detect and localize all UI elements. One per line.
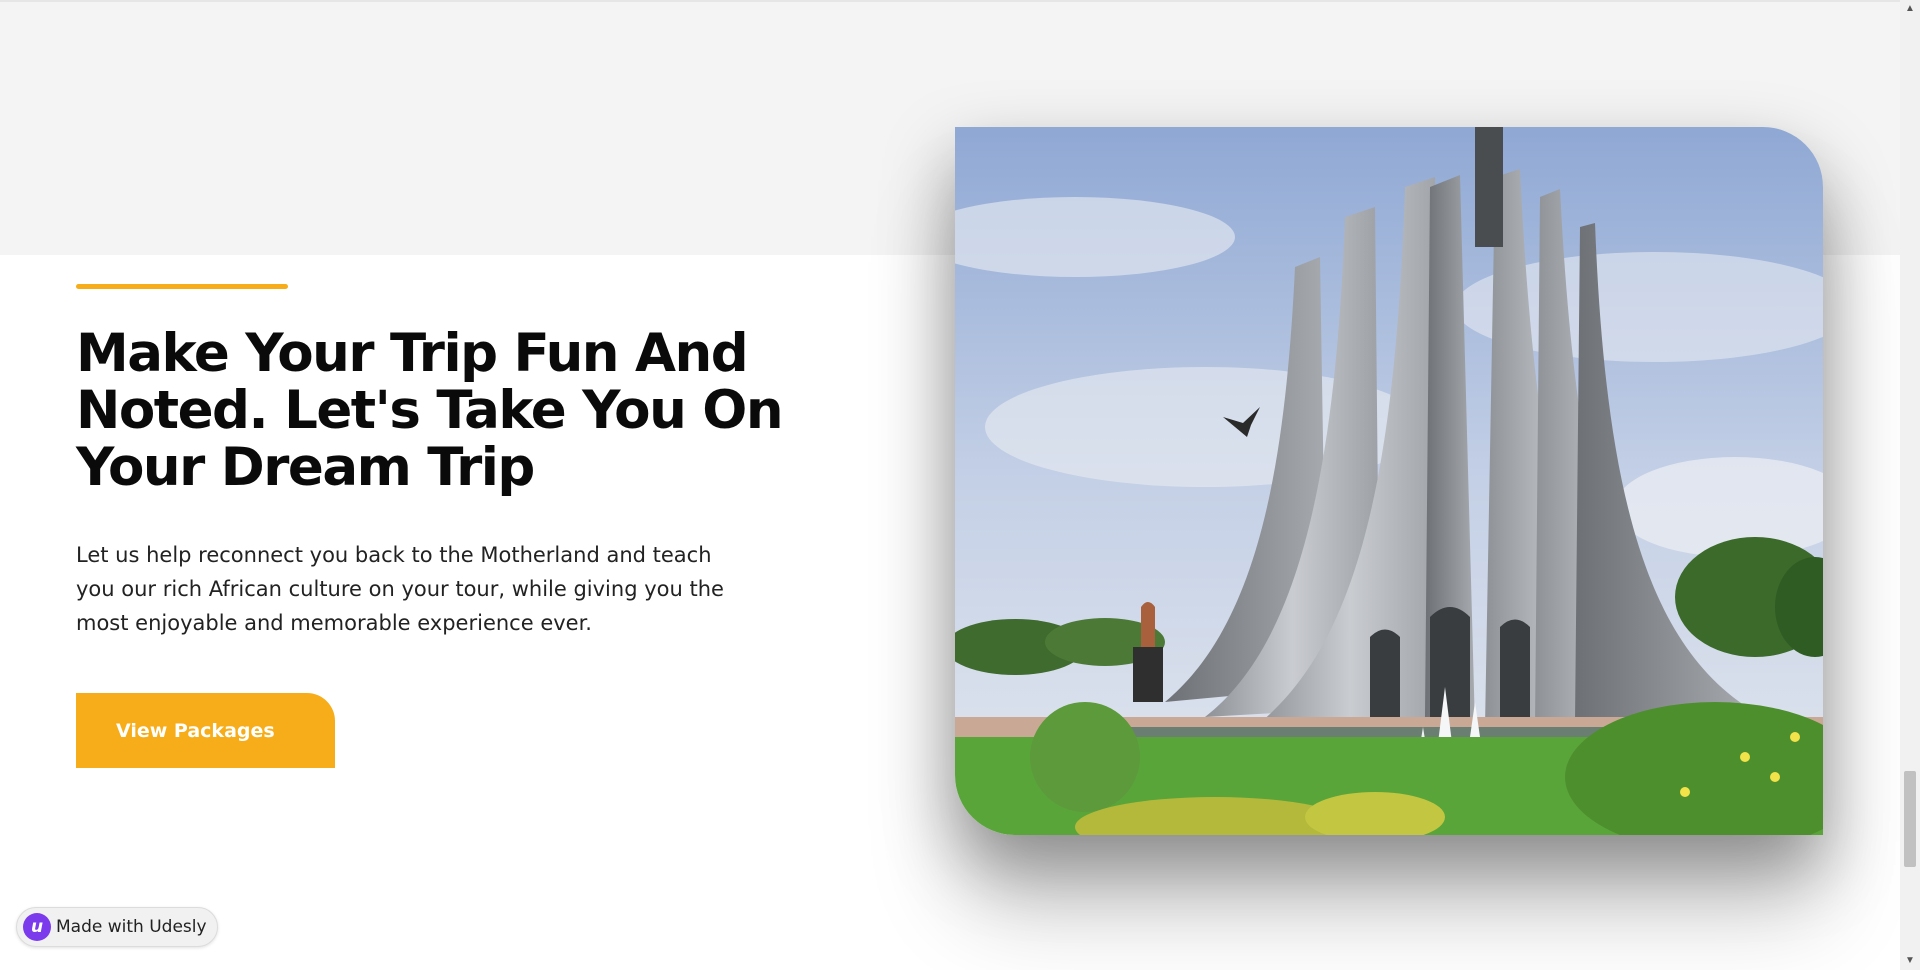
- made-with-udesly-badge[interactable]: u Made with Udesly: [16, 907, 218, 947]
- hero-headline: Make Your Trip Fun And Noted. Let's Take…: [76, 323, 784, 498]
- monument-illustration: [955, 127, 1823, 835]
- badge-text: Made with Udesly: [56, 917, 207, 937]
- udesly-logo-icon: u: [23, 913, 51, 941]
- accent-divider: [76, 284, 288, 289]
- scroll-down-icon[interactable]: ▼: [1900, 952, 1920, 969]
- monument-photo: [955, 127, 1823, 835]
- view-packages-button[interactable]: View Packages: [76, 693, 335, 768]
- hero-description: Let us help reconnect you back to the Mo…: [76, 543, 724, 635]
- scroll-up-icon[interactable]: ▲: [1900, 0, 1920, 17]
- scrollbar-thumb[interactable]: [1904, 771, 1916, 867]
